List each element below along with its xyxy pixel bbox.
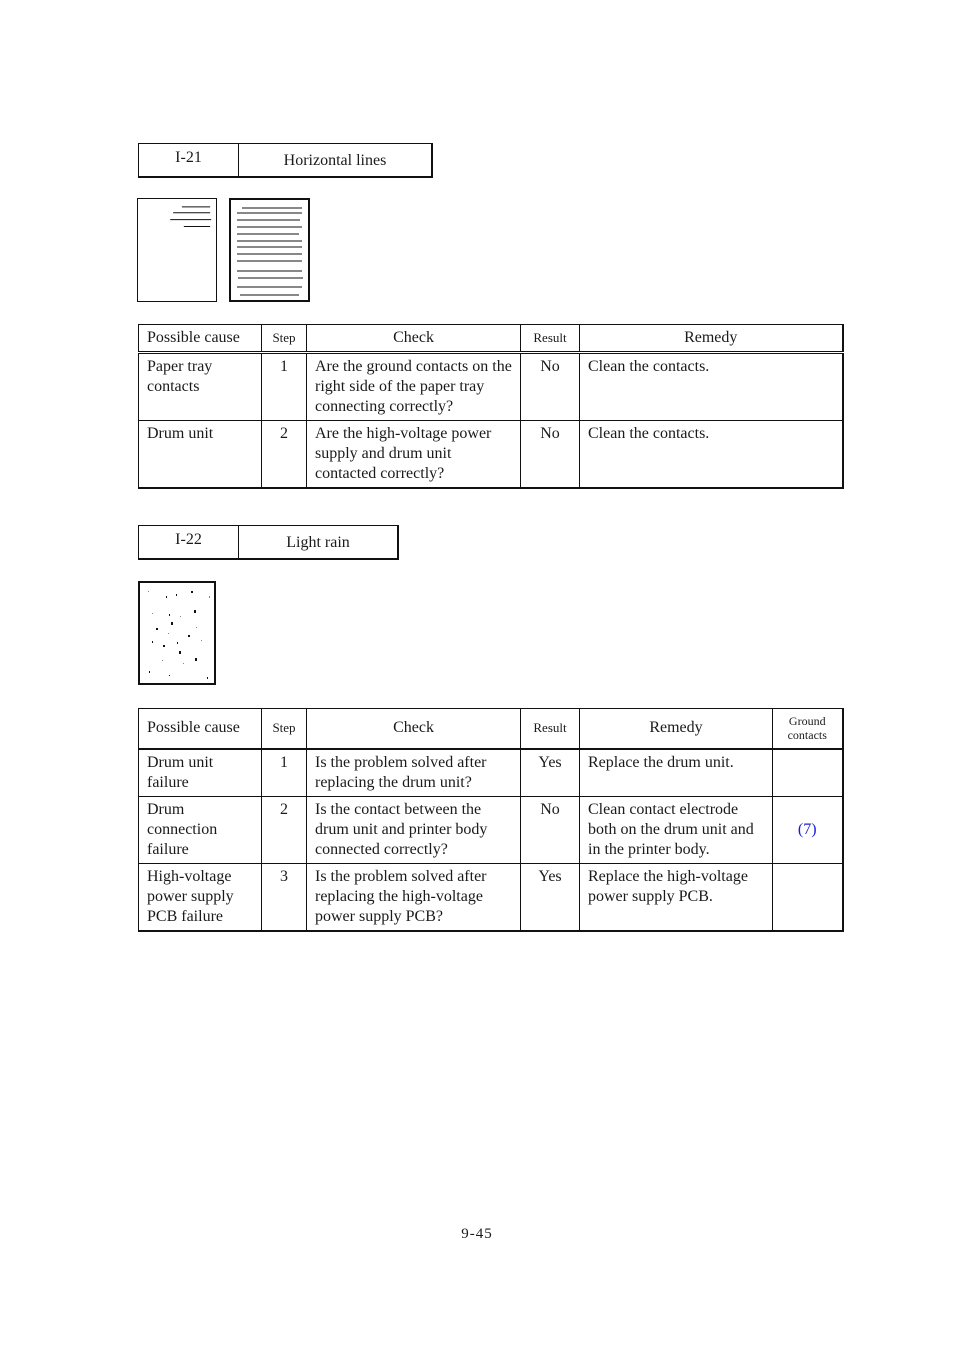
header-result: Result bbox=[520, 708, 580, 750]
remedy-cell: Clean contact electrode both on the drum… bbox=[579, 796, 773, 864]
result-cell: No bbox=[520, 796, 580, 864]
section-code: I-22 bbox=[139, 526, 239, 558]
remedy-cell: Replace the high-voltage power supply PC… bbox=[579, 863, 773, 932]
header-possible-cause: Possible cause bbox=[138, 324, 262, 354]
table-row: Drum unit 2 Are the high-voltage power s… bbox=[138, 420, 844, 489]
table-row: Drum connection failure 2 Is the contact… bbox=[138, 796, 844, 864]
page-number: 9-45 bbox=[461, 1226, 493, 1242]
header-ground-contacts: Ground contacts bbox=[772, 708, 844, 750]
section-title: Light rain bbox=[286, 534, 350, 551]
check-cell: Is the problem solved after replacing th… bbox=[306, 863, 521, 932]
horizontal-lines-partial-sample-image bbox=[137, 198, 217, 302]
header-step: Step bbox=[261, 324, 307, 354]
result-cell: No bbox=[520, 352, 580, 421]
section-code: I-21 bbox=[139, 144, 239, 176]
header-check: Check bbox=[306, 708, 521, 750]
horizontal-lines-full-sample-image bbox=[229, 198, 310, 302]
check-cell: Are the ground contacts on the right sid… bbox=[306, 352, 521, 421]
cause-cell: Drum unit failure bbox=[138, 748, 262, 797]
troubleshooting-table-i22: Possible cause Step Check Result Remedy … bbox=[138, 708, 844, 932]
cause-cell: Paper tray contacts bbox=[138, 352, 262, 421]
section-title-box: I-22 Light rain bbox=[138, 525, 399, 560]
ground-contacts-cell bbox=[772, 748, 844, 797]
header-result: Result bbox=[520, 324, 580, 354]
step-cell: 3 bbox=[261, 863, 307, 932]
table-row: High-voltage power supply PCB failure 3 … bbox=[138, 863, 844, 932]
light-rain-sample-image bbox=[138, 581, 216, 685]
header-remedy: Remedy bbox=[579, 324, 844, 354]
ground-contacts-reference-link[interactable]: (7) bbox=[798, 821, 817, 838]
step-cell: 1 bbox=[261, 352, 307, 421]
result-cell: No bbox=[520, 420, 580, 489]
header-check: Check bbox=[306, 324, 521, 354]
check-cell: Is the contact between the drum unit and… bbox=[306, 796, 521, 864]
check-cell: Are the high-voltage power supply and dr… bbox=[306, 420, 521, 489]
remedy-cell: Clean the contacts. bbox=[579, 420, 844, 489]
header-remedy: Remedy bbox=[579, 708, 773, 750]
header-possible-cause: Possible cause bbox=[138, 708, 262, 750]
cause-cell: Drum connection failure bbox=[138, 796, 262, 864]
cause-cell: High-voltage power supply PCB failure bbox=[138, 863, 262, 932]
check-cell: Is the problem solved after replacing th… bbox=[306, 748, 521, 797]
step-cell: 2 bbox=[261, 420, 307, 489]
header-step: Step bbox=[261, 708, 307, 750]
remedy-cell: Replace the drum unit. bbox=[579, 748, 773, 797]
step-cell: 2 bbox=[261, 796, 307, 864]
step-cell: 1 bbox=[261, 748, 307, 797]
troubleshooting-table-i21: Possible cause Step Check Result Remedy … bbox=[138, 324, 844, 489]
cause-cell: Drum unit bbox=[138, 420, 262, 489]
result-cell: Yes bbox=[520, 748, 580, 797]
ground-contacts-cell: (7) bbox=[772, 796, 844, 864]
section-title: Horizontal lines bbox=[283, 152, 387, 169]
section-title-box: I-21 Horizontal lines bbox=[138, 143, 433, 178]
ground-contacts-cell bbox=[772, 863, 844, 932]
table-row: Paper tray contacts 1 Are the ground con… bbox=[138, 352, 844, 421]
result-cell: Yes bbox=[520, 863, 580, 932]
table-row: Drum unit failure 1 Is the problem solve… bbox=[138, 748, 844, 797]
remedy-cell: Clean the contacts. bbox=[579, 352, 844, 421]
